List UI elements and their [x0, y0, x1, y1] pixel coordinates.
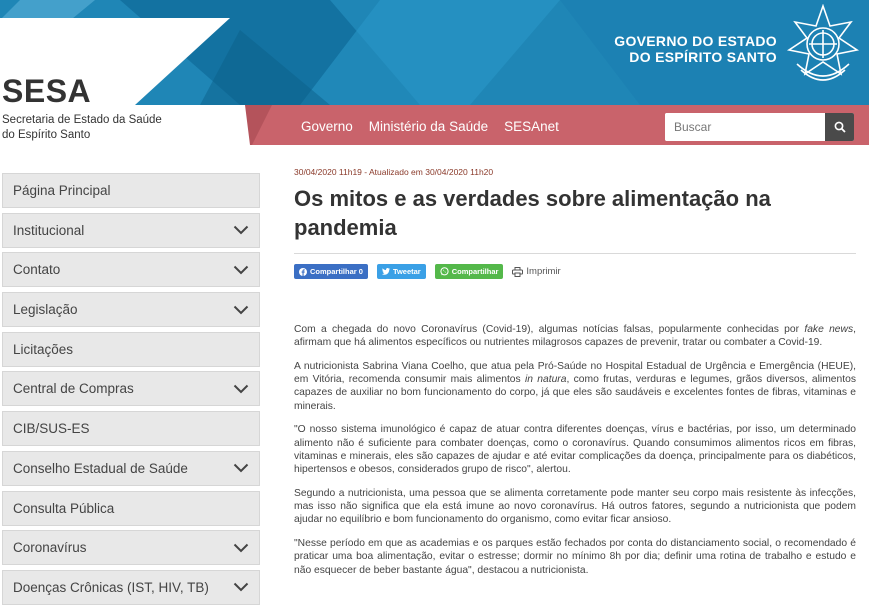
sidebar-item-consulta-publica[interactable]: Consulta Pública — [2, 490, 260, 526]
sidebar-item-licitacoes[interactable]: Licitações — [2, 331, 260, 367]
brand-title: SESA — [2, 73, 92, 109]
search-button[interactable] — [825, 113, 854, 141]
search-input[interactable] — [665, 113, 825, 141]
title-divider — [294, 253, 856, 254]
sidebar-item-label: Institucional — [13, 222, 85, 238]
whatsapp-icon — [440, 267, 449, 276]
twitter-share-label: Tweetar — [392, 267, 421, 276]
nav-ministerio-saude[interactable]: Ministério da Saúde — [369, 119, 488, 134]
article-paragraph-4: Segundo a nutricionista, uma pessoa que … — [294, 487, 856, 526]
sidebar-item-coronavirus[interactable]: Coronavírus — [2, 530, 260, 566]
sidebar-item-label: Central de Compras — [13, 381, 134, 397]
sidebar-item-label: Consulta Pública — [13, 500, 115, 516]
facebook-icon — [299, 267, 307, 276]
chevron-down-icon[interactable] — [233, 463, 249, 473]
whatsapp-share-label: Compartilhar — [451, 267, 499, 276]
sidebar-item-legislacao[interactable]: Legislação — [2, 292, 260, 328]
sidebar-item-label: Conselho Estadual de Saúde — [13, 460, 188, 476]
sidebar-item-conselho-estadual-de-saude[interactable]: Conselho Estadual de Saúde — [2, 450, 260, 486]
chevron-down-icon[interactable] — [233, 225, 249, 235]
article: 30/04/2020 11h19 - Atualizado em 30/04/2… — [294, 166, 856, 587]
government-title: GOVERNO DO ESTADO DO ESPÍRITO SANTO — [614, 33, 777, 65]
sidebar-item-label: Licitações — [13, 341, 74, 357]
sidebar-item-central-de-compras[interactable]: Central de Compras — [2, 371, 260, 407]
sidebar-item-cib-sus-es[interactable]: CIB/SUS-ES — [2, 411, 260, 447]
whatsapp-share-button[interactable]: Compartilhar — [434, 264, 504, 279]
search-box — [665, 113, 854, 141]
brand-subtitle: Secretaria de Estado da Saúde do Espírit… — [2, 114, 162, 141]
chevron-down-icon[interactable] — [233, 384, 249, 394]
twitter-icon — [381, 268, 390, 275]
chevron-down-icon[interactable] — [233, 582, 249, 592]
facebook-share-label: Compartilhar 0 — [310, 267, 363, 276]
sidebar-item-label: CIB/SUS-ES — [13, 421, 90, 437]
sidebar-item-pagina-principal[interactable]: Página Principal — [2, 173, 260, 208]
nav-governo[interactable]: Governo — [301, 119, 353, 134]
print-label: Imprimir — [526, 266, 561, 277]
sidebar-menu: Página Principal Institucional Contato Legi… — [2, 173, 260, 610]
article-paragraph-2: A nutricionista Sabrina Viana Coelho, qu… — [294, 360, 856, 412]
share-bar: Compartilhar 0 Tweetar Compartilhar Impr… — [294, 263, 856, 280]
facebook-share-button[interactable]: Compartilhar 0 — [294, 264, 368, 279]
sidebar-item-label: Coronavírus — [13, 540, 87, 556]
sidebar-item-doencas-cronicas-ist-hiv-tb[interactable]: Doenças Crônicas (IST, HIV, TB) — [2, 569, 260, 605]
printer-icon — [512, 266, 524, 277]
article-paragraph-3: "O nosso sistema imunológico é capaz de … — [294, 424, 856, 476]
article-paragraph-5: "Nesse período em que as academias e os … — [294, 538, 856, 576]
article-title: Os mitos e as verdades sobre alimentação… — [294, 186, 771, 240]
brand[interactable]: SESA Secretaria de Estado da Saúde do Es… — [2, 73, 172, 143]
sidebar-item-label: Contato — [13, 262, 61, 278]
sidebar-item-label: Página Principal — [13, 183, 111, 198]
sidebar-item-contato[interactable]: Contato — [2, 252, 260, 288]
twitter-share-button[interactable]: Tweetar — [376, 264, 426, 279]
sidebar-item-label: Doenças Crônicas (IST, HIV, TB) — [13, 579, 209, 595]
article-body: Com a chegada do novo Coronavírus (Covid… — [294, 323, 856, 577]
article-date: 30/04/2020 11h19 - Atualizado em 30/04/2… — [294, 167, 494, 177]
chevron-down-icon[interactable] — [233, 305, 249, 315]
state-seal-icon — [786, 4, 860, 81]
site-header: SESA Secretaria de Estado da Saúde do Es… — [0, 0, 869, 145]
chevron-down-icon[interactable] — [233, 265, 249, 275]
chevron-down-icon[interactable] — [233, 543, 249, 553]
gov-line-2: DO ESPÍRITO SANTO — [629, 49, 777, 65]
nav-sesanet[interactable]: SESAnet — [504, 119, 559, 134]
sidebar-item-label: Legislação — [13, 302, 78, 318]
print-button[interactable]: Imprimir — [512, 266, 561, 277]
search-icon — [834, 121, 846, 133]
sidebar-item-institucional[interactable]: Institucional — [2, 212, 260, 248]
gov-line-1: GOVERNO DO ESTADO — [614, 33, 777, 49]
article-paragraph-1: Com a chegada do novo Coronavírus (Covid… — [294, 324, 856, 349]
top-nav: Governo Ministério da Saúde SESAnet — [301, 119, 575, 134]
